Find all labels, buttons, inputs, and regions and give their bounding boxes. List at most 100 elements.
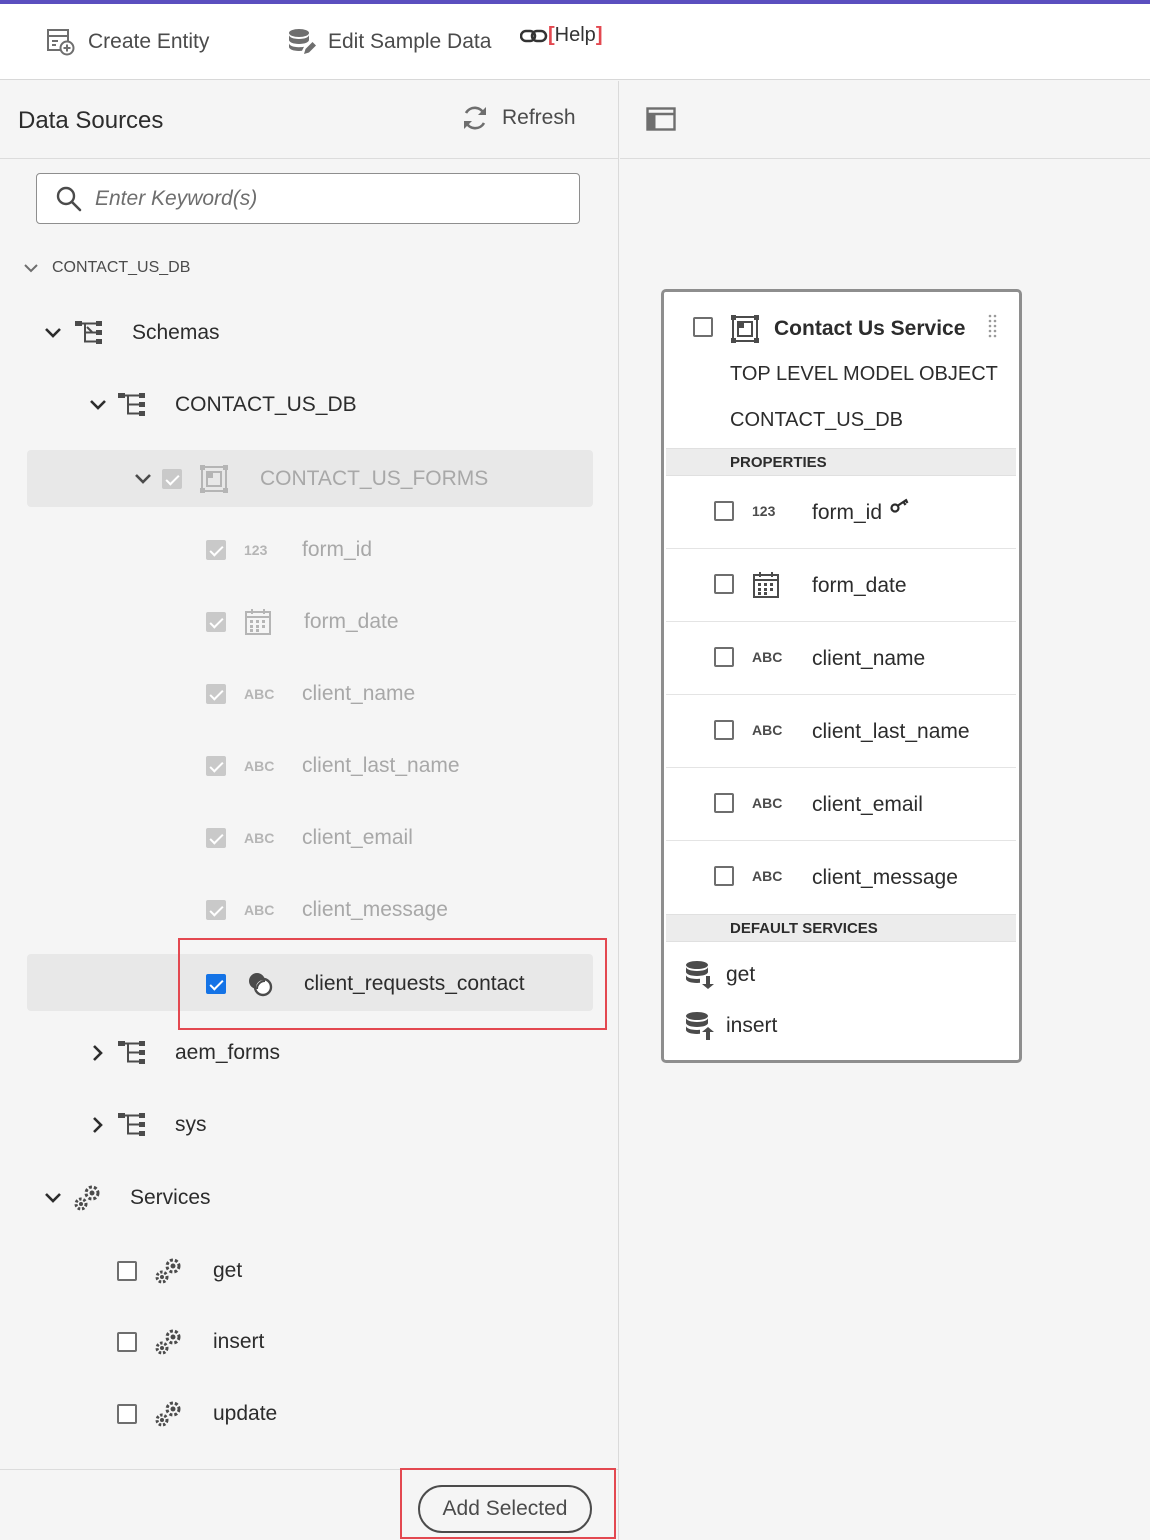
property-label: client_message xyxy=(812,866,958,889)
property-label: client_last_name xyxy=(812,720,970,743)
tree-field[interactable]: ABC client_email xyxy=(206,826,413,850)
toolbar: Create Entity Edit Sample Data [Help] xyxy=(0,4,1150,80)
schema-tree-icon xyxy=(75,321,102,344)
property-row[interactable]: form_date xyxy=(666,549,1016,622)
field-checkbox[interactable] xyxy=(206,540,226,560)
property-checkbox[interactable] xyxy=(714,647,734,667)
database-insert-icon xyxy=(686,1012,714,1040)
keyword-search-field[interactable] xyxy=(36,173,580,224)
tree-field[interactable]: ABC client_name xyxy=(206,682,415,706)
highlight-box-add-selected xyxy=(400,1468,616,1539)
edit-sample-data-button[interactable]: Edit Sample Data xyxy=(286,22,491,62)
property-row[interactable]: ABC client_last_name xyxy=(666,695,1016,768)
chevron-down-icon[interactable] xyxy=(132,468,154,490)
tree-field[interactable]: ABC client_last_name xyxy=(206,754,460,778)
tree-table-contact-us-forms[interactable]: CONTACT_US_FORMS xyxy=(132,465,488,493)
entity-card-contact-us-service[interactable]: Contact Us Service TOP LEVEL MODEL OBJEC… xyxy=(661,289,1022,1063)
refresh-icon xyxy=(464,106,486,130)
property-label: form_id xyxy=(812,501,883,524)
tree-schema-contact-us-db[interactable]: CONTACT_US_DB xyxy=(87,391,357,419)
create-entity-button[interactable]: Create Entity xyxy=(46,22,209,62)
entity-checkbox[interactable] xyxy=(693,317,713,337)
search-icon xyxy=(56,186,82,211)
service-label: update xyxy=(213,1402,278,1425)
tree-field[interactable]: form_date xyxy=(206,608,399,636)
property-checkbox[interactable] xyxy=(714,720,734,740)
service-item[interactable]: get xyxy=(684,960,755,990)
table-label: CONTACT_US_FORMS xyxy=(260,467,489,490)
key-icon xyxy=(890,498,909,513)
chevron-down-icon[interactable] xyxy=(42,1187,64,1209)
drag-handle-icon[interactable] xyxy=(988,314,998,338)
entity-icon xyxy=(731,315,759,343)
services-label: Services xyxy=(130,1186,211,1209)
schema-tree-icon xyxy=(118,393,145,416)
property-checkbox[interactable] xyxy=(714,793,734,813)
field-label: client_last_name xyxy=(302,754,460,777)
field-checkbox[interactable] xyxy=(206,756,226,776)
gears-icon xyxy=(155,1329,181,1355)
service-checkbox[interactable] xyxy=(117,1404,137,1424)
property-checkbox[interactable] xyxy=(714,574,734,594)
service-checkbox[interactable] xyxy=(117,1332,137,1352)
tree-service-item[interactable]: insert xyxy=(117,1327,264,1357)
refresh-button[interactable]: Refresh xyxy=(460,103,576,133)
property-label: client_email xyxy=(812,793,923,816)
properties-header-label: PROPERTIES xyxy=(730,454,827,471)
field-checkbox[interactable] xyxy=(206,828,226,848)
service-item[interactable]: insert xyxy=(684,1011,777,1041)
service-label: get xyxy=(213,1259,243,1282)
entity-title: Contact Us Service xyxy=(774,317,966,340)
schema-db-label: CONTACT_US_DB xyxy=(175,393,357,416)
gears-icon xyxy=(74,1185,100,1211)
property-row[interactable]: ABC client_message xyxy=(666,841,1016,914)
service-checkbox[interactable] xyxy=(117,1261,137,1281)
field-label: client_message xyxy=(302,898,448,921)
field-label: client_name xyxy=(302,682,416,705)
tree-services[interactable]: Services xyxy=(42,1183,211,1213)
chevron-right-icon[interactable] xyxy=(87,1042,109,1064)
tree-root[interactable]: CONTACT_US_DB xyxy=(20,257,190,279)
create-entity-icon xyxy=(47,29,75,56)
property-row[interactable]: ABC client_name xyxy=(666,622,1016,695)
field-label: form_date xyxy=(304,610,399,633)
property-row[interactable]: ABC client_email xyxy=(666,768,1016,841)
field-checkbox[interactable] xyxy=(206,900,226,920)
field-label: form_id xyxy=(302,538,373,561)
help-bracket-open: [ xyxy=(548,24,555,46)
property-label: form_date xyxy=(812,574,907,597)
panel-toggle-icon[interactable] xyxy=(646,107,676,131)
search-input[interactable] xyxy=(95,186,535,211)
chevron-right-icon[interactable] xyxy=(87,1114,109,1136)
chevron-down-icon[interactable] xyxy=(42,322,64,344)
tree-field[interactable]: ABC client_message xyxy=(206,898,448,922)
schema-label: sys xyxy=(175,1113,207,1136)
field-label: client_email xyxy=(302,826,413,849)
service-label: get xyxy=(726,963,756,986)
field-checkbox[interactable] xyxy=(206,612,226,632)
tree-service-item[interactable]: update xyxy=(117,1399,277,1429)
refresh-label: Refresh xyxy=(502,106,576,129)
field-checkbox[interactable] xyxy=(206,684,226,704)
database-edit-icon xyxy=(289,29,316,54)
entity-subtitle-source: CONTACT_US_DB xyxy=(730,409,903,431)
create-entity-label: Create Entity xyxy=(88,30,210,53)
tree-field[interactable]: 123 form_id xyxy=(206,538,372,562)
property-checkbox[interactable] xyxy=(714,866,734,886)
property-checkbox[interactable] xyxy=(714,501,734,521)
tree-schema-sys[interactable]: sys xyxy=(87,1111,207,1139)
chevron-down-icon[interactable] xyxy=(20,257,42,279)
tree-service-item[interactable]: get xyxy=(117,1256,242,1286)
tree-schemas[interactable]: Schemas xyxy=(42,319,220,347)
canvas-header xyxy=(620,81,1150,159)
property-row[interactable]: 123 form_id xyxy=(666,476,1016,549)
schema-tree-icon xyxy=(118,1113,145,1136)
table-checkbox[interactable] xyxy=(162,469,182,489)
text-type-icon: ABC xyxy=(244,686,275,702)
tree-schema-aem-forms[interactable]: aem_forms xyxy=(87,1039,280,1067)
help-link[interactable]: [Help] xyxy=(520,24,602,47)
number-type-icon: 123 xyxy=(244,542,268,558)
number-type-icon: 123 xyxy=(752,503,776,519)
chevron-down-icon[interactable] xyxy=(87,394,109,416)
gears-icon xyxy=(155,1258,181,1284)
